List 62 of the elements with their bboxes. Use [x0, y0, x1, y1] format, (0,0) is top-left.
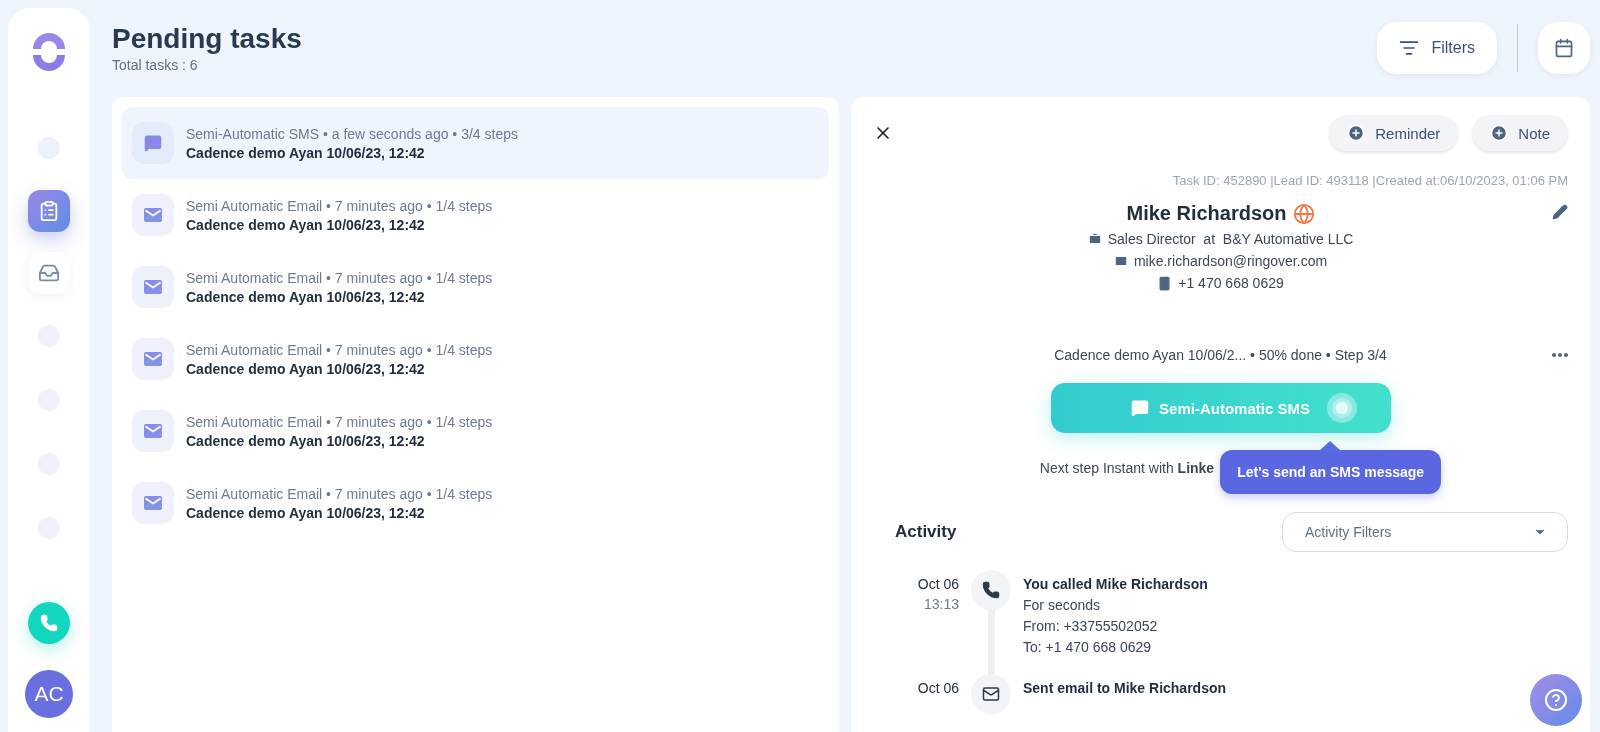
task-cadence: Cadence demo Ayan 10/06/23, 12:42 — [186, 432, 426, 449]
tooltip: Let's send an SMS message — [1220, 450, 1442, 494]
task-cadence: Cadence demo Ayan 10/06/23, 12:42 — [186, 216, 426, 233]
task-item[interactable]: Semi-Automatic SMS • a few seconds ago • 3/4 steps Cadence demo Ayan 10/06/23, 12:42 — [122, 107, 829, 179]
section-title: Activity — [895, 522, 957, 542]
activity-title: Sent email to Mike Richardson — [1023, 680, 1228, 696]
task-meta: Semi-Automatic SMS • a few seconds ago • 3/4 steps — [186, 125, 518, 142]
task-cadence: Cadence demo Ayan 10/06/23, 12:42 — [186, 360, 426, 377]
lead-job: Sales Director at B&Y Automative LLC — [1107, 231, 1354, 247]
add-button[interactable]: Reminder — [1329, 115, 1459, 151]
globe-icon — [1292, 202, 1315, 225]
activity-detail: For seconds — [1023, 597, 1102, 613]
more-icon — [1552, 353, 1568, 357]
calendar-button[interactable] — [1538, 21, 1590, 74]
pulse-icon — [1326, 393, 1357, 423]
edit-button[interactable] — [1552, 204, 1568, 220]
task-count: Total tasks : 6 — [112, 56, 199, 73]
cadence-summary: Cadence demo Ayan 10/06/2... • 50% done • Step 3/4 — [1054, 347, 1387, 363]
help-button[interactable] — [1530, 674, 1582, 726]
activity-title: You called Mike Richardson — [1023, 576, 1209, 592]
user-avatar[interactable]: AC — [25, 670, 73, 718]
plus-icon — [1490, 124, 1509, 142]
task-meta: Semi Automatic Email • 7 minutes ago • 1/4 steps — [186, 197, 493, 214]
plus-icon — [1347, 124, 1366, 142]
filters-button[interactable]: Filters — [1377, 21, 1497, 74]
add-button[interactable]: Note — [1472, 115, 1568, 151]
tray-icon — [38, 262, 60, 284]
lead-phone: +1 470 668 0629 — [1178, 275, 1284, 291]
task-meta: Semi Automatic Email • 7 minutes ago • 1/4 steps — [186, 485, 493, 502]
next-step-text: Next step Instant with Linke — [1039, 459, 1215, 476]
task-item[interactable]: Semi Automatic Email • 7 minutes ago • 1/4 steps Cadence demo Ayan 10/06/23, 12:42 — [122, 179, 829, 251]
activity-time: 13:13 — [922, 596, 959, 612]
task-item[interactable]: Semi Automatic Email • 7 minutes ago • 1/4 steps Cadence demo Ayan 10/06/23, 12:42 — [122, 323, 829, 395]
task-meta: Semi Automatic Email • 7 minutes ago • 1/4 steps — [186, 269, 493, 286]
nav-item[interactable] — [28, 252, 70, 294]
task-cadence: Cadence demo Ayan 10/06/23, 12:42 — [186, 144, 426, 161]
activity-date: Oct 06 — [916, 680, 959, 696]
task-cadence: Cadence demo Ayan 10/06/23, 12:42 — [186, 288, 426, 305]
activity-detail: From: +33755502052 — [1023, 618, 1159, 634]
chat-bubble-icon — [144, 134, 162, 152]
task-item[interactable]: Semi Automatic Email • 7 minutes ago • 1/4 steps Cadence demo Ayan 10/06/23, 12:42 — [122, 395, 829, 467]
tooltip-pointer — [1320, 441, 1341, 450]
activity-detail: To: +1 470 668 0629 — [1023, 639, 1153, 655]
nav-item[interactable] — [28, 190, 70, 232]
lead-name: Mike Richardson — [1126, 202, 1287, 225]
task-item[interactable]: Semi Automatic Email • 7 minutes ago • 1/4 steps Cadence demo Ayan 10/06/23, 12:42 — [122, 251, 829, 323]
task-cadence: Cadence demo Ayan 10/06/23, 12:42 — [186, 504, 426, 521]
activity-date: Oct 06 — [916, 576, 959, 592]
task-meta: Semi Automatic Email • 7 minutes ago • 1/4 steps — [186, 341, 493, 358]
more-button[interactable] — [1552, 353, 1568, 357]
briefcase-icon — [1087, 232, 1102, 246]
lead-email: mike.richardson@ringover.com — [1133, 253, 1328, 269]
help-icon — [1544, 688, 1568, 712]
chat-bubble-icon — [1131, 399, 1150, 417]
page-title: Pending tasks — [112, 22, 303, 55]
task-item[interactable]: Semi Automatic Email • 7 minutes ago • 1/4 steps Cadence demo Ayan 10/06/23, 12:42 — [122, 467, 829, 539]
calendar-icon — [1554, 37, 1574, 58]
pencil-icon — [1552, 204, 1568, 220]
activity-filter-select[interactable]: Activity Filters — [1282, 512, 1568, 552]
task-meta: Semi Automatic Email • 7 minutes ago • 1/4 steps — [186, 413, 493, 430]
task-ids: Task ID: 452890 |Lead ID: 493118 |Created at:06/10/2023, 01:06 PM — [1171, 173, 1568, 188]
clipboard-icon — [38, 200, 60, 222]
